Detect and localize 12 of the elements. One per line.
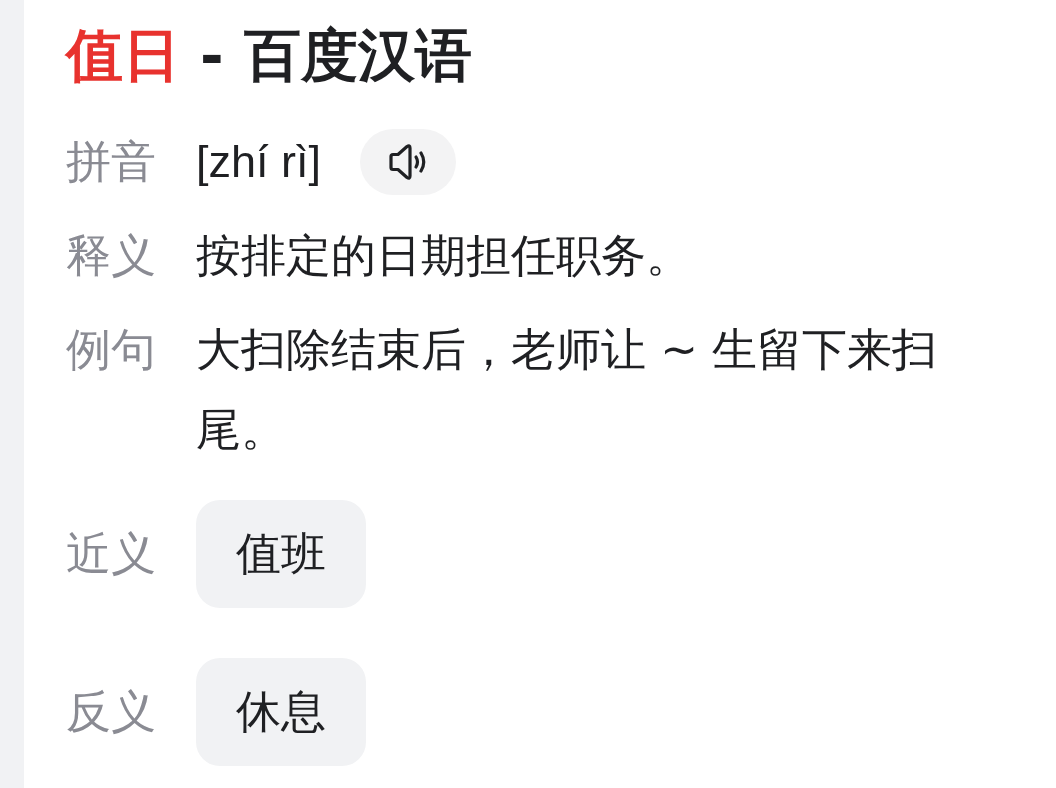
field-label: 例句 bbox=[66, 322, 156, 378]
headword-title: 值日 bbox=[66, 21, 180, 89]
site-name: - 百度汉语 bbox=[200, 21, 472, 89]
word-chip[interactable]: 值班 bbox=[196, 500, 366, 608]
word-chip[interactable]: 休息 bbox=[196, 658, 366, 766]
field-label: 拼音 bbox=[66, 134, 156, 190]
example-sentence: 大扫除结束后，老师让 ~ 生留下来扫尾。 bbox=[196, 322, 939, 458]
definition-text: 按排定的日期担任职务。 bbox=[196, 228, 692, 284]
pinyin-text: [zhí rì] bbox=[196, 135, 322, 189]
field-label: 释义 bbox=[66, 228, 156, 284]
field-label: 近义 bbox=[66, 526, 156, 582]
field-label: 反义 bbox=[66, 684, 156, 740]
